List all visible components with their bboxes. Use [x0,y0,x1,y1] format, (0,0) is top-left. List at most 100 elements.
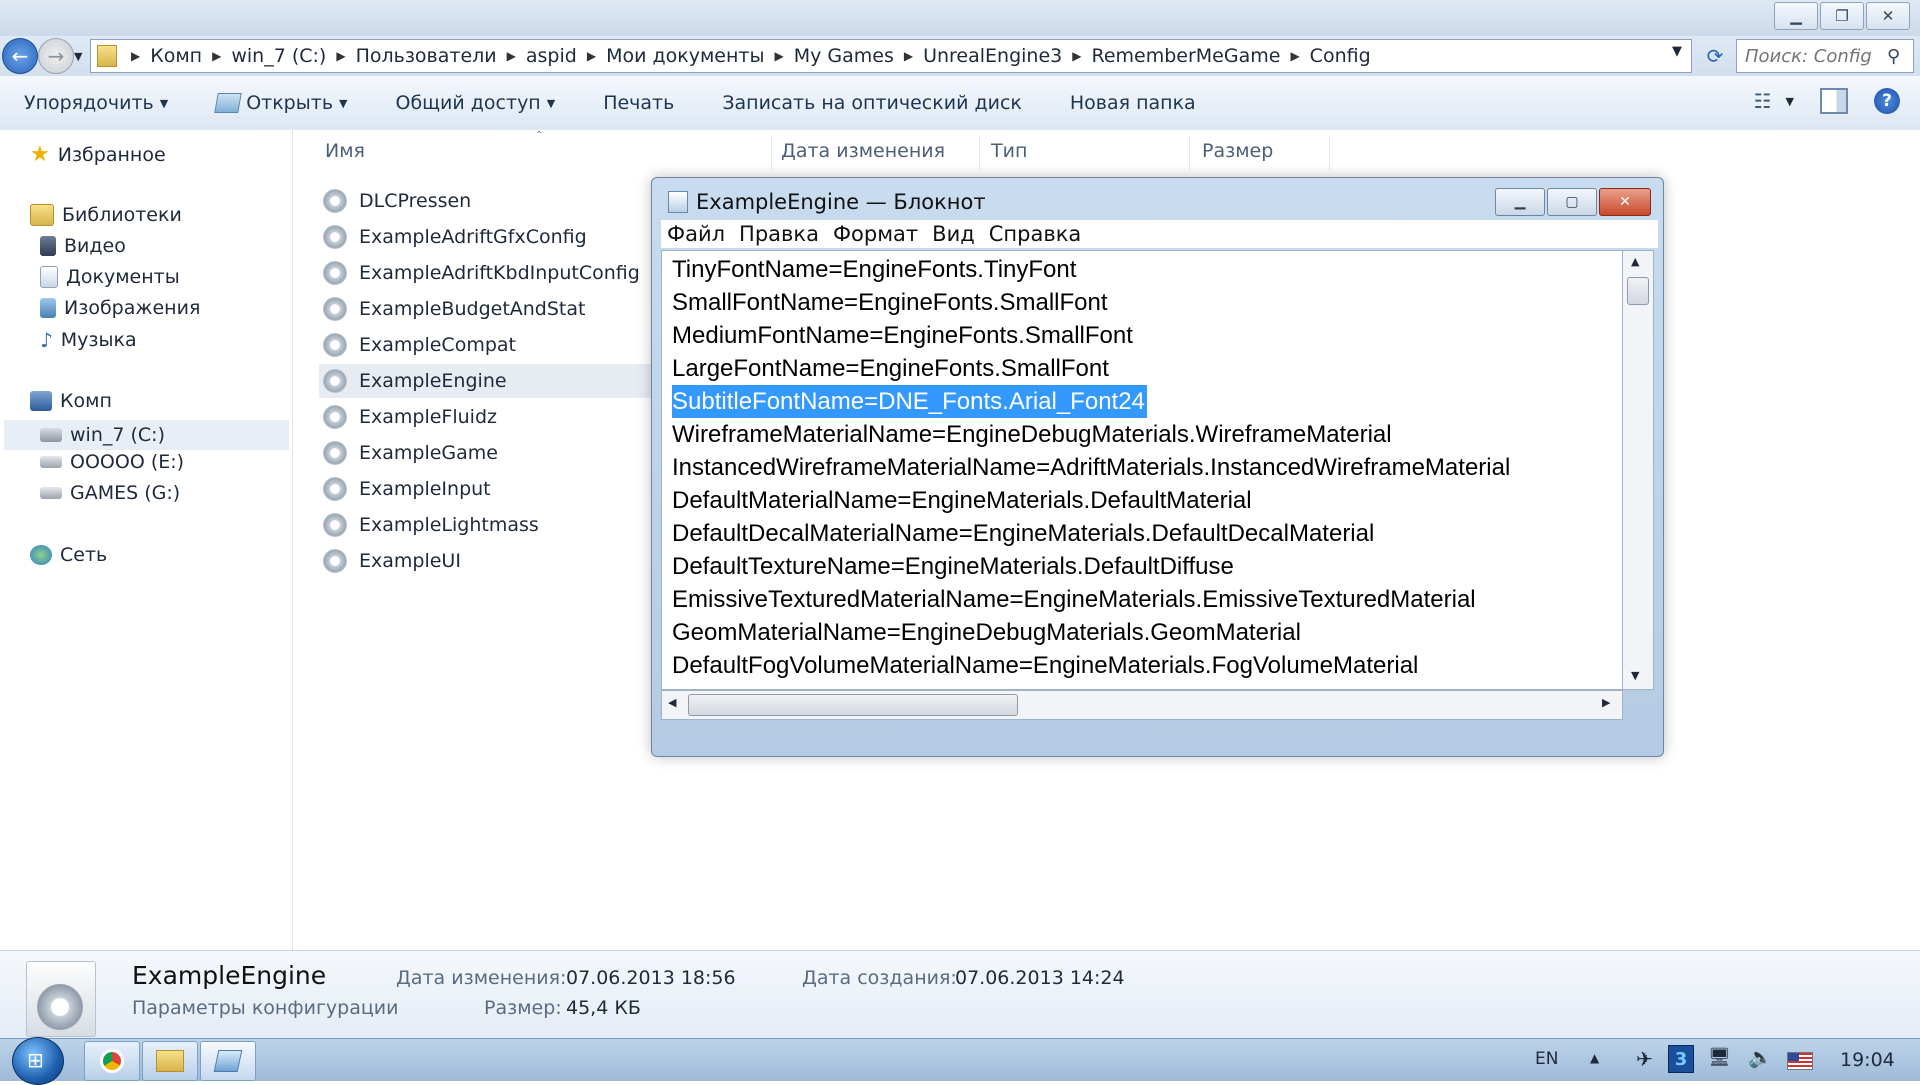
refresh-button[interactable]: ⟳ [1698,40,1732,72]
share-button[interactable]: Общий доступ ▼ [371,76,579,130]
toolbar-right: ☷ ▼ ? [1754,88,1900,114]
details-created-value: 07.06.2013 14:24 [955,967,1125,989]
breadcrumb-item[interactable]: ▶ Config [1280,45,1370,67]
column-header-modified[interactable]: Дата изменения [781,140,945,162]
tray-expand-icon[interactable]: ▲ [1590,1051,1599,1065]
notepad-title: ExampleEngine — Блокнот [696,190,986,214]
file-row[interactable]: ExampleCompat [323,328,516,362]
breadcrumb-item[interactable]: ▶ Мои документы [577,45,765,67]
back-button[interactable]: ← [2,38,38,74]
breadcrumb-item[interactable]: ▶ win_7 (C:) [202,45,326,67]
nav-documents[interactable]: Документы [40,266,180,288]
file-row[interactable]: ExampleLightmass [323,508,539,542]
language-indicator[interactable]: EN [1535,1049,1558,1069]
search-input[interactable] [1737,44,1887,68]
notepad-text-area[interactable]: TinyFontName=EngineFonts.TinyFont SmallF… [661,250,1623,690]
history-dropdown-icon[interactable]: ▼ [74,50,82,63]
scroll-left-icon[interactable]: ◀ [668,696,676,709]
file-row[interactable]: ExampleAdriftKbdInputConfig [323,256,640,290]
menu-edit[interactable]: Правка [739,222,819,246]
nav-drive-c[interactable]: win_7 (C:) [4,420,289,450]
column-separator[interactable] [979,136,980,170]
print-label: Печать [603,92,675,114]
preview-pane-icon[interactable] [1820,88,1848,114]
notepad-maximize-button[interactable]: ▢ [1547,188,1597,216]
scroll-up-icon[interactable]: ▲ [1631,255,1639,268]
taskbar-notepad[interactable] [200,1041,256,1081]
notepad-close-button[interactable]: ✕ [1599,188,1651,216]
breadcrumb-item[interactable]: ▶ Комп [121,45,202,67]
restore-button[interactable]: ❐ [1820,2,1864,30]
column-separator[interactable] [771,136,772,170]
nav-favorites[interactable]: ★ Избранное [30,142,166,167]
breadcrumb-item[interactable]: ▶ RememberMeGame [1062,45,1280,67]
flag-icon[interactable] [1787,1052,1813,1070]
print-button[interactable]: Печать [579,76,698,130]
breadcrumb-label: My Games [793,45,894,67]
new-folder-button[interactable]: Новая папка [1046,76,1220,130]
scroll-right-icon[interactable]: ▶ [1602,696,1610,709]
breadcrumb-item[interactable]: ▶ aspid [497,45,577,67]
volume-icon[interactable]: 🔈 [1748,1045,1773,1069]
taskbar-explorer[interactable] [142,1041,198,1081]
nav-music[interactable]: ♪ Музыка [40,328,137,352]
breadcrumb-item[interactable]: ▶ UnrealEngine3 [894,45,1062,67]
file-row[interactable]: ExampleFluidz [323,400,497,434]
breadcrumb-item[interactable]: ▶ Пользователи [326,45,496,67]
config-file-icon [323,477,347,501]
address-dropdown-icon[interactable]: ▼ [1672,44,1682,59]
nav-drive-g[interactable]: GAMES (G:) [40,482,180,504]
search-icon[interactable]: ⚲ [1887,46,1900,67]
organize-button[interactable]: Упорядочить ▼ [0,76,192,130]
file-row[interactable]: ExampleAdriftGfxConfig [323,220,587,254]
column-separator[interactable] [1329,136,1330,170]
burn-button[interactable]: Записать на оптический диск [698,76,1046,130]
horizontal-scroll-thumb[interactable] [688,694,1018,716]
help-icon[interactable]: ? [1874,88,1900,114]
file-row[interactable]: ExampleBudgetAndStat [323,292,585,326]
address-bar[interactable]: ▶ Комп ▶ win_7 (C:) ▶ Пользователи ▶ aspid ▶… [90,39,1692,73]
file-row-selected[interactable]: ExampleEngine [319,364,653,398]
scroll-down-icon[interactable]: ▼ [1631,669,1639,682]
clock[interactable]: 19:04 [1840,1049,1895,1071]
menu-format[interactable]: Формат [833,222,918,246]
horizontal-scrollbar[interactable]: ◀ ▶ [661,690,1623,720]
view-options-button[interactable]: ☷ ▼ [1754,89,1794,113]
column-separator[interactable] [1189,136,1190,170]
file-name: DLCPressen [359,190,472,212]
minimize-button[interactable]: ▁ [1774,2,1818,30]
vertical-scrollbar[interactable]: ▲ ▼ [1622,250,1654,690]
notepad-icon [668,191,688,213]
burn-label: Записать на оптический диск [722,92,1022,114]
menu-view[interactable]: Вид [932,222,975,246]
file-row[interactable]: ExampleGame [323,436,498,470]
file-name: ExampleGame [359,442,498,464]
tray-badge-icon[interactable]: 3 [1668,1045,1694,1073]
start-button[interactable]: ⊞ [12,1037,64,1085]
open-button[interactable]: Открыть ▼ [192,76,371,130]
file-row[interactable]: ExampleInput [323,472,491,506]
file-row[interactable]: DLCPressen [323,184,471,218]
menu-help[interactable]: Справка [989,222,1082,246]
tray-app-icon[interactable]: ✈ [1636,1047,1653,1071]
vertical-scroll-thumb[interactable] [1627,277,1649,305]
close-button[interactable]: ✕ [1866,2,1910,30]
menu-file[interactable]: Файл [667,222,725,246]
column-header-size[interactable]: Размер [1202,140,1273,162]
minimize-icon: ▁ [1514,194,1526,210]
column-header-type[interactable]: Тип [991,140,1027,162]
nav-libraries[interactable]: Библиотеки [30,204,182,226]
file-row[interactable]: ExampleUI [323,544,461,578]
breadcrumb-item[interactable]: ▶ My Games [764,45,893,67]
notepad-titlebar[interactable]: ExampleEngine — Блокнот [668,190,986,214]
taskbar-chrome[interactable] [84,1041,140,1081]
notepad-minimize-button[interactable]: ▁ [1495,188,1545,216]
column-header-name[interactable]: Имя [325,140,365,162]
nav-images[interactable]: Изображения [40,297,200,319]
forward-button[interactable]: → [38,38,74,74]
nav-network[interactable]: Сеть [30,544,107,566]
nav-drive-e[interactable]: OOOOO (E:) [40,451,184,473]
nav-video[interactable]: Видео [40,235,126,257]
network-tray-icon[interactable]: 🖥 [1708,1047,1731,1068]
nav-computer[interactable]: Комп [30,390,112,412]
